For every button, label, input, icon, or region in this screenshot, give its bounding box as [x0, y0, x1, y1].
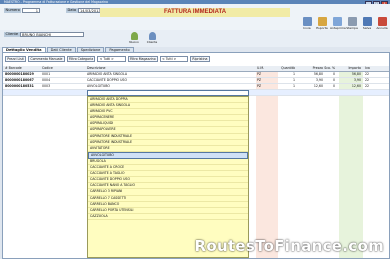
cliente-button[interactable]: Cliente — [146, 32, 158, 44]
prezzi-listi-button[interactable]: Prezzi Listi — [5, 55, 27, 63]
cell-prezzo: 12,60 — [313, 84, 323, 88]
esporta-button[interactable]: Esporta — [315, 17, 329, 30]
watermark: RoutesToFinance.com — [194, 237, 384, 255]
invia-button[interactable]: Invia — [300, 17, 314, 30]
esporta-icon — [317, 17, 327, 26]
annulla-icon — [377, 17, 387, 26]
ripristina-button[interactable]: Ripristina — [190, 55, 210, 63]
commento-manuale-button[interactable]: Commento Manuale — [28, 55, 65, 63]
filtro-magazzino-label: Filtro Magazzino — [127, 55, 158, 63]
filtro-magazzino-select[interactable]: < Tutti > — [159, 55, 189, 63]
col-descrizione[interactable]: Descrizione — [87, 66, 247, 71]
cell-um: PZ — [257, 84, 262, 88]
cell-prezzo: 56,80 — [313, 72, 323, 76]
col-prezzo[interactable]: Prezzo — [303, 66, 323, 71]
cliente-field[interactable]: BRUNO BIANCHI — [20, 32, 84, 37]
cell-sconto: 0 — [332, 78, 335, 82]
cell-desc: ARMADIO ANTA SINGOLA — [87, 72, 128, 76]
numero-label: Numero — [4, 8, 22, 13]
data-field[interactable]: 14/03/2013 — [78, 8, 102, 13]
items-grid: # Barcode Codice Descrizione U.M. Quanti… — [3, 66, 389, 97]
cell-sconto: 0 — [332, 72, 335, 76]
cell-qta: 1 — [292, 72, 295, 76]
cell-importo: 3,90 — [353, 78, 361, 82]
cell-prezzo: 3,90 — [315, 78, 323, 82]
filter-toolbar: Prezzi Listi Commento Manuale Filtro Cat… — [5, 55, 210, 63]
col-iva[interactable]: Iva — [365, 66, 377, 71]
cell-qta: 1 — [292, 84, 295, 88]
salva-icon — [362, 17, 372, 26]
new-client-icon — [130, 32, 138, 40]
cell-codice: 0004 — [42, 78, 51, 82]
dropdown-item[interactable]: CAZZUOLA — [88, 214, 248, 220]
col-sconto[interactable]: Sco. % — [323, 66, 335, 71]
client-row: Cliente BRUNO BIANCHI Nuovo Cliente — [0, 30, 390, 47]
salva-button[interactable]: Salva — [360, 17, 374, 30]
detail-pane: Prezzi Listi Commento Manuale Filtro Cat… — [2, 52, 390, 259]
cell-codice: 0001 — [42, 72, 51, 76]
cell-barcode: 8000000180067 — [5, 78, 34, 82]
cell-um: PZ — [257, 72, 262, 76]
filtro-categoria-label: Filtro Categoria — [66, 55, 96, 63]
cell-sconto: 0 — [332, 84, 335, 88]
anteprima-button[interactable]: Anteprima — [330, 17, 346, 30]
cell-um: PZ — [257, 78, 262, 82]
document-title: FATTURA IMMEDIATA — [100, 8, 290, 17]
cell-qta: 1 — [292, 78, 295, 82]
filtro-categoria-select[interactable]: < Tutti > — [97, 55, 126, 63]
cell-barcode: 8000000180029 — [5, 72, 34, 76]
data-label: Data — [66, 8, 78, 13]
col-um[interactable]: U.M. — [257, 66, 267, 71]
col-quantita[interactable]: Quantità — [279, 66, 295, 71]
invia-icon — [302, 17, 312, 26]
nuovo-cliente-button[interactable]: Nuovo — [128, 32, 140, 44]
document-header: Numero 1 Data 14/03/2013 FATTURA IMMEDIA… — [0, 4, 390, 30]
annulla-button[interactable]: Annulla — [375, 17, 389, 30]
col-importo[interactable]: Importo — [339, 66, 361, 71]
cell-codice: 0003 — [42, 84, 51, 88]
cliente-btn-label: Cliente — [146, 40, 158, 44]
cell-importo: 56,80 — [351, 72, 361, 76]
cell-iva: 22 — [365, 84, 370, 88]
cell-importo: 12,60 — [351, 84, 361, 88]
numero-field[interactable]: 1 — [22, 8, 40, 13]
cell-barcode: 8000000180531 — [5, 84, 34, 88]
col-barcode[interactable]: # Barcode — [5, 66, 38, 71]
col-codice[interactable]: Codice — [42, 66, 86, 71]
cliente-label: Cliente — [4, 32, 20, 37]
stampa-icon — [347, 17, 357, 26]
cell-iva: 22 — [365, 72, 370, 76]
product-dropdown[interactable]: ARMADIO ANTA DOPPIA ARMADIO ANTA SINGOLA A… — [87, 96, 249, 258]
anteprima-icon — [332, 17, 342, 26]
cell-desc: AVVOLGITUBO — [87, 84, 110, 88]
cell-desc: CACCIAVITE DOPPIO USO — [87, 78, 127, 82]
client-icon — [148, 32, 156, 40]
stampa-button[interactable]: Stampa — [345, 17, 359, 30]
dropdown-item[interactable]: AVVOLGITUBO — [88, 151, 248, 159]
cell-iva: 22 — [365, 78, 370, 82]
nuovo-label: Nuovo — [129, 40, 139, 44]
